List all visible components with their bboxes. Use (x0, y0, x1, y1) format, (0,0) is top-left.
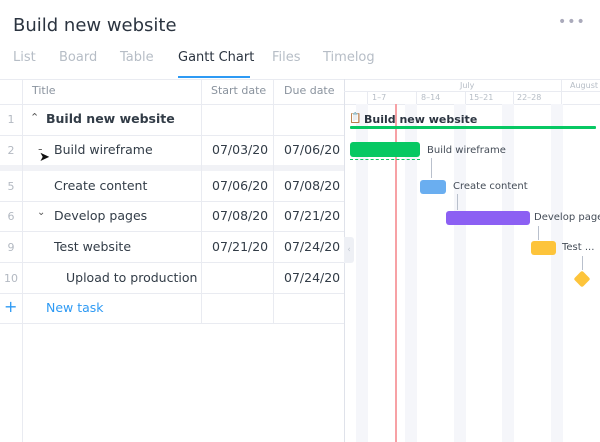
task-title[interactable]: Create content (54, 178, 147, 193)
row-number: 10 (4, 272, 18, 285)
due-date[interactable]: 07/08/20 (284, 178, 340, 193)
row-number: 9 (7, 241, 15, 254)
week-label: 1–7 (372, 93, 387, 102)
page-title: Build new website (13, 15, 177, 36)
start-date[interactable]: 07/08/20 (212, 208, 268, 223)
tab-list[interactable]: List (13, 50, 36, 65)
chevron-up-icon[interactable]: ⌃ (30, 111, 39, 124)
gantt-bar-label: Create content (453, 181, 528, 192)
collapse-panel-handle[interactable]: ‹ (344, 237, 354, 263)
due-date[interactable]: 07/24/20 (284, 239, 340, 254)
new-task-button[interactable]: New task (46, 300, 104, 315)
column-header-title[interactable]: Title (32, 84, 56, 97)
row-number: 6 (7, 210, 15, 223)
gantt-bar-build-wireframe[interactable] (350, 142, 420, 157)
week-label: 22–28 (517, 93, 542, 102)
more-horizontal-icon[interactable]: ••• (558, 14, 586, 30)
row-number: 1 (7, 113, 15, 126)
task-title[interactable]: Upload to production (66, 270, 197, 285)
project-summary-bar[interactable] (350, 126, 596, 129)
row-number: 2 (7, 144, 15, 157)
column-header-due-date[interactable]: Due date (284, 84, 335, 97)
tab-table[interactable]: Table (120, 50, 154, 65)
plus-icon[interactable]: + (4, 297, 17, 316)
clipboard-icon: 📋 (349, 113, 362, 124)
due-date[interactable]: 07/24/20 (284, 270, 340, 285)
column-header-start-date[interactable]: Start date (211, 84, 266, 97)
project-label: Build new website (364, 113, 478, 126)
month-label: July (460, 81, 475, 90)
milestone-upload-to-production[interactable] (573, 270, 591, 288)
task-title[interactable]: Test website (54, 239, 131, 254)
tab-files[interactable]: Files (272, 50, 301, 65)
start-date[interactable]: 07/03/20 (212, 142, 268, 157)
week-label: 15–21 (469, 93, 494, 102)
task-title[interactable]: Develop pages (54, 208, 147, 223)
gantt-bar-label: Build wireframe (427, 145, 506, 156)
due-date[interactable]: 07/06/20 (284, 142, 340, 157)
gantt-bar-develop-pages[interactable] (446, 211, 530, 225)
gantt-bar-test-website[interactable] (531, 241, 556, 255)
tab-timelog[interactable]: Timelog (323, 50, 375, 65)
chevron-down-icon[interactable]: ⌄ (37, 207, 45, 218)
tab-board[interactable]: Board (59, 50, 97, 65)
task-title[interactable]: Build new website (46, 111, 175, 126)
active-tab-indicator (178, 76, 250, 78)
due-date[interactable]: 07/21/20 (284, 208, 340, 223)
task-title[interactable]: Build wireframe (54, 142, 153, 157)
gantt-bar-create-content[interactable] (420, 180, 446, 194)
tab-gantt-chart[interactable]: Gantt Chart (178, 50, 254, 65)
gantt-bar-label: Test ... (562, 242, 595, 253)
month-label: August (570, 81, 598, 90)
week-label: 8–14 (421, 93, 441, 102)
row-number: 5 (7, 180, 15, 193)
gantt-bar-label: Develop pages (534, 212, 600, 223)
mouse-cursor-icon: ➤ (39, 150, 50, 165)
start-date[interactable]: 07/06/20 (212, 178, 268, 193)
start-date[interactable]: 07/21/20 (212, 239, 268, 254)
